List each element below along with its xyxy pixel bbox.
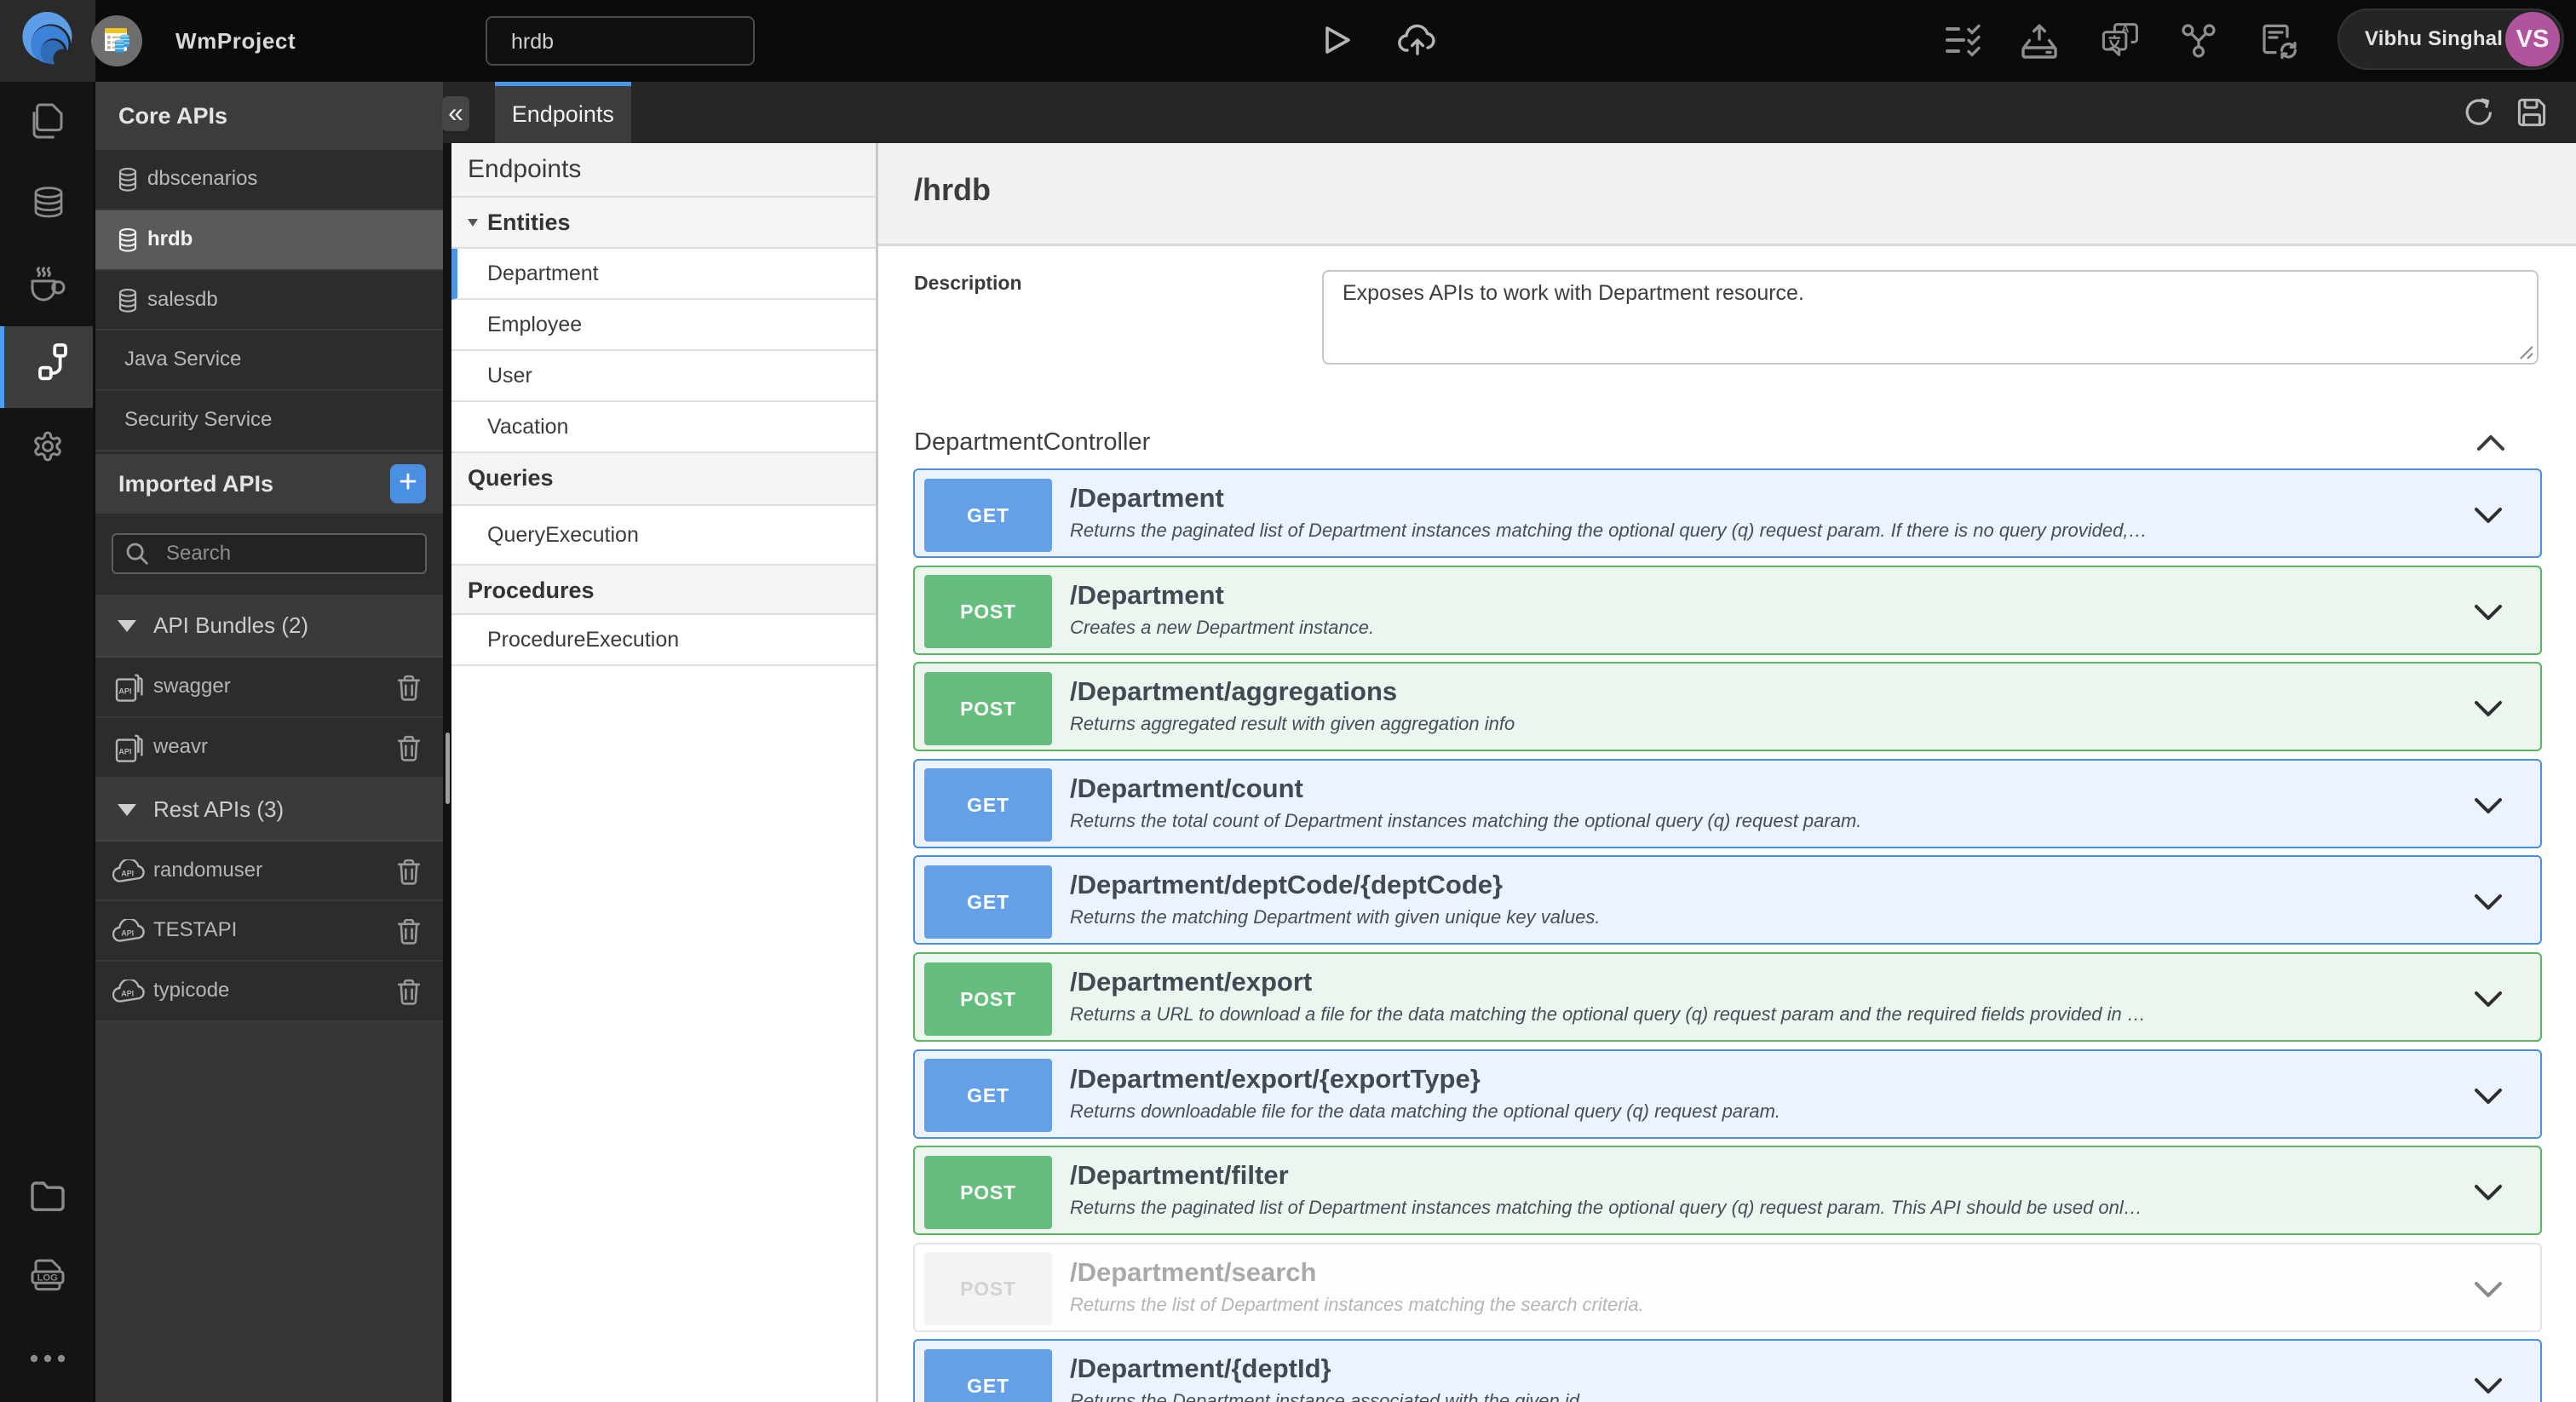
svg-text:API: API bbox=[118, 747, 131, 756]
svg-text:A: A bbox=[2121, 23, 2129, 35]
svg-text:API: API bbox=[118, 687, 131, 695]
svg-text:API: API bbox=[121, 929, 134, 938]
svg-text:API: API bbox=[121, 869, 134, 877]
svg-text:LOG: LOG bbox=[37, 1273, 59, 1284]
svg-text:API: API bbox=[121, 990, 134, 998]
